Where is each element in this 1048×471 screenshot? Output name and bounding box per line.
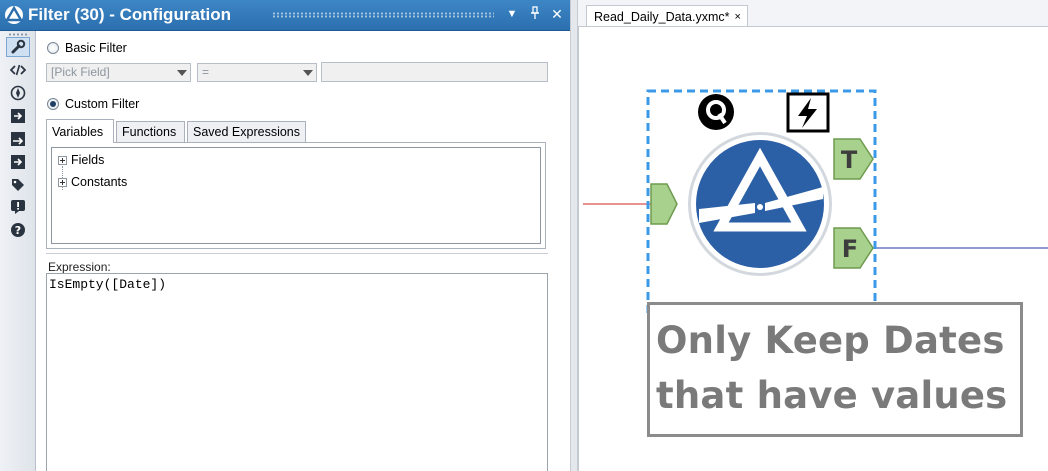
code-icon[interactable] <box>6 60 30 80</box>
expand-icon[interactable] <box>58 177 67 187</box>
annotation-line: Only Keep Dates <box>656 319 1005 362</box>
annotation-line: that have values <box>656 374 1008 417</box>
svg-text:?: ? <box>15 224 21 237</box>
input-anchor[interactable] <box>650 183 678 225</box>
title-grip[interactable] <box>272 12 494 18</box>
basic-filter-radio-circle[interactable] <box>47 42 59 54</box>
pick-field-value: [Pick Field] <box>51 65 110 79</box>
panel-splitter[interactable] <box>570 0 578 471</box>
tag-icon[interactable] <box>6 175 30 195</box>
tree-item-constants[interactable]: Constants <box>58 175 127 189</box>
basic-filter-label: Basic Filter <box>65 41 127 55</box>
configuration-panel: Filter (30) - Configuration ▼ ✕ ? Basic … <box>0 0 570 471</box>
custom-filter-radio-circle[interactable] <box>47 98 59 110</box>
tree-item-label: Fields <box>71 153 105 167</box>
input-arrow-icon[interactable] <box>6 106 30 126</box>
variables-panel: Fields Constants <box>46 142 546 249</box>
custom-filter-label: Custom Filter <box>65 97 140 111</box>
tab-variables-label: Variables <box>52 125 104 139</box>
expression-editor[interactable]: IsEmpty([Date]) <box>46 273 548 471</box>
side-toolbar: ? <box>0 31 36 471</box>
tab-saved-expressions[interactable]: Saved Expressions <box>187 121 306 142</box>
pin-icon[interactable] <box>527 6 543 22</box>
expand-icon[interactable] <box>58 155 67 165</box>
alert-icon[interactable] <box>6 197 30 217</box>
tab-functions-label: Functions <box>122 125 177 139</box>
chevron-down-icon <box>177 70 187 76</box>
document-tab-label: Read_Daily_Data.yxmc* <box>594 10 730 24</box>
document-tab[interactable]: Read_Daily_Data.yxmc* × <box>586 5 748 27</box>
cache-q-icon[interactable] <box>698 94 734 130</box>
tree-item-label: Constants <box>71 175 128 189</box>
lightning-icon[interactable] <box>786 92 830 133</box>
true-anchor-label: T <box>841 146 858 174</box>
variables-tree[interactable]: Fields Constants <box>51 147 541 244</box>
operator-dropdown[interactable]: = <box>197 63 317 82</box>
filter-tool-icon[interactable] <box>688 132 832 276</box>
panel-title-bar: Filter (30) - Configuration ▼ ✕ <box>0 0 570 31</box>
chevron-down-icon <box>303 70 313 76</box>
compass-icon[interactable] <box>6 83 30 103</box>
annotation-arrow-icon[interactable] <box>6 152 30 172</box>
operator-value: = <box>202 65 210 79</box>
false-anchor-label: F <box>842 235 858 263</box>
panel-title: Filter (30) - Configuration <box>28 5 232 24</box>
pick-field-dropdown[interactable]: [Pick Field] <box>46 63 191 82</box>
tab-functions[interactable]: Functions <box>116 121 185 142</box>
custom-filter-radio[interactable]: Custom Filter <box>47 97 139 111</box>
close-icon[interactable]: ✕ <box>549 6 565 22</box>
close-icon[interactable]: × <box>734 6 740 27</box>
workflow-area: Read_Daily_Data.yxmc* × T F Only Keep Da… <box>578 0 1048 471</box>
output-arrow-icon[interactable] <box>6 129 30 149</box>
divider <box>46 253 548 254</box>
tree-item-fields[interactable]: Fields <box>58 153 104 167</box>
help-icon[interactable]: ? <box>6 220 30 240</box>
filter-value-input[interactable] <box>321 62 548 82</box>
true-output-anchor[interactable]: T <box>833 138 874 180</box>
tab-variables[interactable]: Variables <box>46 119 114 143</box>
configuration-content: Basic Filter [Pick Field] = Custom Filte… <box>36 31 570 471</box>
workflow-canvas[interactable]: T F Only Keep Dates that have values <box>578 26 1048 471</box>
expression-text: IsEmpty([Date]) <box>49 277 167 292</box>
wrench-icon[interactable] <box>6 37 30 57</box>
annotation-box[interactable]: Only Keep Dates that have values <box>647 302 1023 437</box>
toolbar-grip <box>8 33 28 36</box>
basic-filter-radio[interactable]: Basic Filter <box>47 41 127 55</box>
expression-label: Expression: <box>48 260 111 274</box>
false-output-anchor[interactable]: F <box>833 227 874 269</box>
chevron-down-icon[interactable]: ▼ <box>504 6 520 22</box>
filter-logo-icon <box>4 5 24 24</box>
tab-saved-expressions-label: Saved Expressions <box>193 125 301 139</box>
